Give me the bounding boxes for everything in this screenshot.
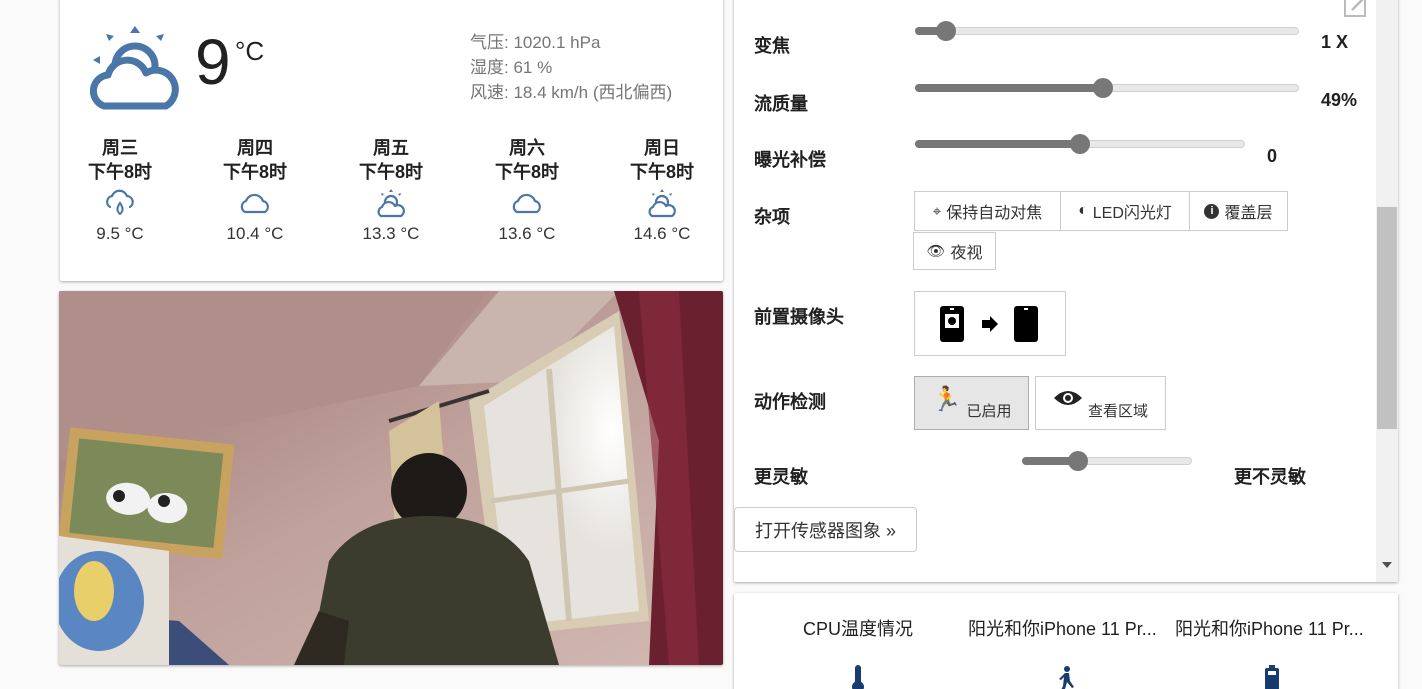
forecast-day: 周六 下午8时 13.6 °C xyxy=(467,136,587,244)
partly-cloudy-day-icon xyxy=(377,189,405,218)
more-sensitive-label: 更灵敏 xyxy=(754,467,808,487)
open-sensor-graph-button[interactable]: 打开传感器图象 » xyxy=(734,507,917,552)
switch-front-camera-button[interactable] xyxy=(914,291,1066,356)
sensors-panel: CPU温度情况 阳光和你iPhone 11 Pr... 阳光和你iPhone 1… xyxy=(734,593,1398,689)
weather-card: 9 °C 气压: 1020.1 hPa 湿度: 61 % 风速: 18.4 km… xyxy=(60,0,723,281)
running-person-icon: 🏃 xyxy=(931,385,962,413)
sensor-title[interactable]: 阳光和你iPhone 11 Pr... xyxy=(968,615,1157,641)
camera-controls-panel: 变焦 1 X 流质量 49% 曝光补偿 0 杂项 ⌖ 保持自动对焦 ◐ LED闪… xyxy=(734,0,1398,582)
thermometer-icon xyxy=(852,665,864,689)
misc-label: 杂项 xyxy=(754,207,790,227)
battery-icon xyxy=(1265,665,1279,689)
less-sensitive-label: 更不灵敏 xyxy=(1234,467,1306,487)
sensor-title[interactable]: CPU温度情况 xyxy=(803,615,913,641)
forecast-day-name: 周日 xyxy=(644,138,680,158)
cloud-icon xyxy=(512,193,541,214)
edit-icon[interactable] xyxy=(1342,0,1370,20)
led-flash-label: LED闪光灯 xyxy=(1092,205,1172,222)
rain-cloud-icon xyxy=(106,189,134,216)
cloud-icon xyxy=(240,193,269,214)
forecast-temp: 13.6 °C xyxy=(498,224,556,243)
forecast-day-name: 周六 xyxy=(509,138,545,158)
night-vision-label: 夜视 xyxy=(950,245,983,262)
forecast-day: 周五 下午8时 13.3 °C xyxy=(331,136,451,244)
view-area-label: 查看区域 xyxy=(1087,402,1148,420)
forecast-temp: 10.4 °C xyxy=(226,224,284,243)
slider-thumb[interactable] xyxy=(936,21,956,41)
camera-image xyxy=(59,291,723,665)
overlay-button[interactable]: i 覆盖层 xyxy=(1189,191,1288,231)
sensor-title[interactable]: 阳光和你iPhone 11 Pr... xyxy=(1175,615,1364,641)
camera-feed[interactable] xyxy=(59,291,723,665)
forecast-day-name: 周三 xyxy=(102,138,138,158)
scrollbar-thumb[interactable] xyxy=(1377,207,1397,429)
sensitivity-slider[interactable] xyxy=(1022,450,1192,472)
zoom-value: 1 X xyxy=(1321,32,1349,52)
info-icon: i xyxy=(1204,203,1220,219)
slider-thumb[interactable] xyxy=(1093,78,1113,98)
pressure: 气压: 1020.1 hPa xyxy=(470,33,601,52)
current-temperature: 9 xyxy=(195,26,231,98)
wind: 风速: 18.4 km/h (西北偏西) xyxy=(470,83,673,102)
keep-autofocus-label: 保持自动对焦 xyxy=(946,205,1043,222)
forecast-time: 下午8时 xyxy=(494,162,559,182)
forecast-time: 下午8时 xyxy=(87,162,152,182)
focus-crosshair-icon: ⌖ xyxy=(932,202,942,220)
zoom-label: 变焦 xyxy=(754,36,790,56)
slider-thumb[interactable] xyxy=(1068,451,1088,471)
slider-thumb[interactable] xyxy=(1070,134,1090,154)
forecast-time: 下午8时 xyxy=(222,162,287,182)
view-area-button[interactable]: 查看区域 xyxy=(1035,376,1166,430)
exposure-label: 曝光补偿 xyxy=(754,150,826,170)
zoom-slider[interactable] xyxy=(915,20,1299,42)
contrast-icon: ◐ xyxy=(1078,202,1088,219)
motion-detection-label: 动作检测 xyxy=(754,392,826,412)
walking-icon xyxy=(1059,666,1074,689)
partly-cloudy-day-icon xyxy=(90,26,179,110)
temperature-unit: °C xyxy=(235,36,265,66)
night-vision-button[interactable]: 👁 夜视 xyxy=(913,232,996,270)
overlay-label: 覆盖层 xyxy=(1224,205,1273,222)
forecast-day-name: 周四 xyxy=(237,138,273,158)
partly-cloudy-day-icon xyxy=(648,189,676,218)
exposure-value: 0 xyxy=(1267,146,1278,166)
forecast-day: 周四 下午8时 10.4 °C xyxy=(195,136,315,244)
quality-value: 49% xyxy=(1321,90,1358,110)
scroll-down-arrow-icon[interactable] xyxy=(1382,562,1392,568)
exposure-slider[interactable] xyxy=(915,133,1245,155)
led-flash-button[interactable]: ◐ LED闪光灯 xyxy=(1060,191,1190,231)
forecast-day-name: 周五 xyxy=(373,138,409,158)
forecast-time: 下午8时 xyxy=(629,162,694,182)
slider-fill xyxy=(915,84,1103,92)
weather-details: 气压: 1020.1 hPa 湿度: 61 % 风速: 18.4 km/h (西… xyxy=(470,30,672,105)
forecast-temp: 14.6 °C xyxy=(633,224,691,243)
keep-autofocus-button[interactable]: ⌖ 保持自动对焦 xyxy=(914,191,1061,231)
switch-camera-icon xyxy=(940,305,1038,342)
forecast-day: 周日 下午8时 14.6 °C xyxy=(602,136,722,244)
forecast-time: 下午8时 xyxy=(358,162,423,182)
forecast-temp: 13.3 °C xyxy=(362,224,420,243)
eye-icon: 👁 xyxy=(926,243,946,260)
motion-enabled-label: 已启用 xyxy=(966,402,1012,420)
forecast-day: 周三 下午8时 9.5 °C xyxy=(60,136,180,244)
forecast-temp: 9.5 °C xyxy=(96,224,144,243)
quality-label: 流质量 xyxy=(754,94,808,114)
front-camera-label: 前置摄像头 xyxy=(754,307,844,327)
eye-icon xyxy=(1053,391,1082,405)
slider-track xyxy=(915,27,1299,35)
quality-slider[interactable] xyxy=(915,77,1299,99)
motion-enabled-button[interactable]: 🏃 已启用 xyxy=(914,376,1029,430)
slider-fill xyxy=(915,140,1080,148)
humidity: 湿度: 61 % xyxy=(470,58,553,77)
